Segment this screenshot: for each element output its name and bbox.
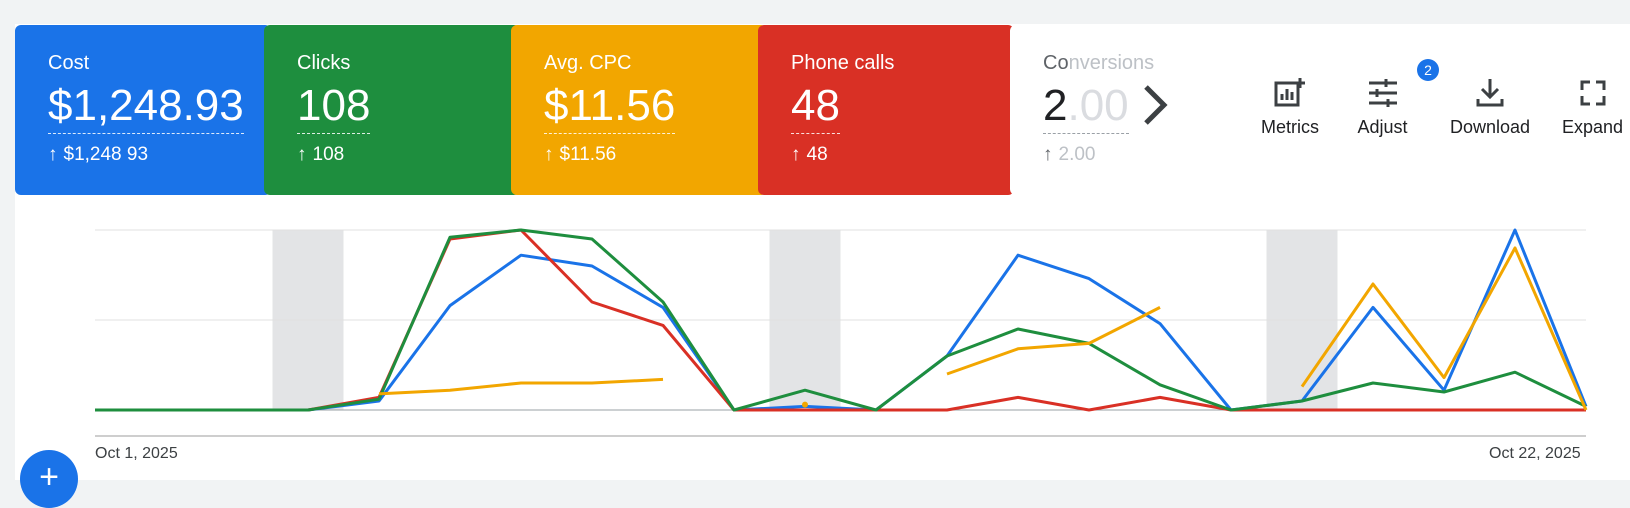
adjust-button[interactable]: 2 Adjust bbox=[1340, 59, 1439, 138]
scorecard-label: Clicks bbox=[297, 52, 351, 74]
scorecard-label: Conversions bbox=[1043, 52, 1155, 74]
scorecard-avg-cpc[interactable]: Avg. CPC $11.56 ↑ $11.56 bbox=[511, 25, 767, 195]
scorecard-delta: ↑ 108 bbox=[297, 144, 345, 165]
metrics-label: Metrics bbox=[1261, 117, 1319, 137]
scorecard-value: 2.00 bbox=[1043, 81, 1129, 134]
download-label: Download bbox=[1449, 117, 1531, 137]
chevron-right-icon[interactable] bbox=[1135, 80, 1175, 130]
scorecard-label: Avg. CPC bbox=[544, 52, 632, 74]
scorecard-label: Phone calls bbox=[791, 52, 895, 74]
download-button[interactable]: Download bbox=[1440, 75, 1540, 138]
scorecard-delta: ↑ 2.00 bbox=[1043, 144, 1096, 165]
scorecard-phone-calls[interactable]: Phone calls 48 ↑ 48 bbox=[758, 25, 1014, 195]
adjust-icon: 2 bbox=[1340, 59, 1439, 111]
adjust-label: Adjust bbox=[1357, 117, 1408, 137]
performance-line-chart bbox=[95, 228, 1588, 437]
metrics-button[interactable]: Metrics bbox=[1245, 75, 1335, 138]
x-tick-label-end: Oct 22, 2025 bbox=[1489, 445, 1581, 462]
download-icon bbox=[1440, 75, 1540, 111]
adjust-badge: 2 bbox=[1417, 59, 1439, 81]
arrow-up-icon: ↑ bbox=[48, 144, 58, 165]
metrics-icon bbox=[1245, 75, 1335, 111]
arrow-up-icon: ↑ bbox=[791, 144, 801, 165]
scorecard-delta: ↑ $11.56 bbox=[544, 144, 617, 165]
scorecard-delta: ↑ $1,248 93 bbox=[48, 144, 149, 165]
series-3-line bbox=[946, 306, 1161, 376]
plus-icon: + bbox=[39, 458, 59, 496]
series-3-line bbox=[378, 377, 664, 396]
scorecard-value: 48 bbox=[791, 81, 840, 134]
expand-icon bbox=[1555, 75, 1630, 111]
x-tick-label-start: Oct 1, 2025 bbox=[95, 445, 178, 462]
scorecard-label: Cost bbox=[48, 52, 90, 74]
scorecard-value: 108 bbox=[297, 81, 371, 134]
arrow-up-icon: ↑ bbox=[1043, 144, 1053, 165]
series-3-point bbox=[802, 401, 808, 408]
add-button[interactable]: + bbox=[20, 450, 78, 508]
expand-label: Expand bbox=[1561, 117, 1624, 137]
scorecard-cost[interactable]: Cost $1,248.93 ↑ $1,248 93 bbox=[15, 25, 271, 195]
arrow-up-icon: ↑ bbox=[297, 144, 307, 165]
expand-button[interactable]: Expand bbox=[1555, 75, 1630, 138]
scorecard-value: $11.56 bbox=[544, 81, 676, 134]
scorecard-value: $1,248.93 bbox=[48, 81, 244, 134]
scorecard-delta: ↑ 48 bbox=[791, 144, 828, 165]
arrow-up-icon: ↑ bbox=[544, 144, 554, 165]
scorecard-clicks[interactable]: Clicks 108 ↑ 108 bbox=[264, 25, 520, 195]
